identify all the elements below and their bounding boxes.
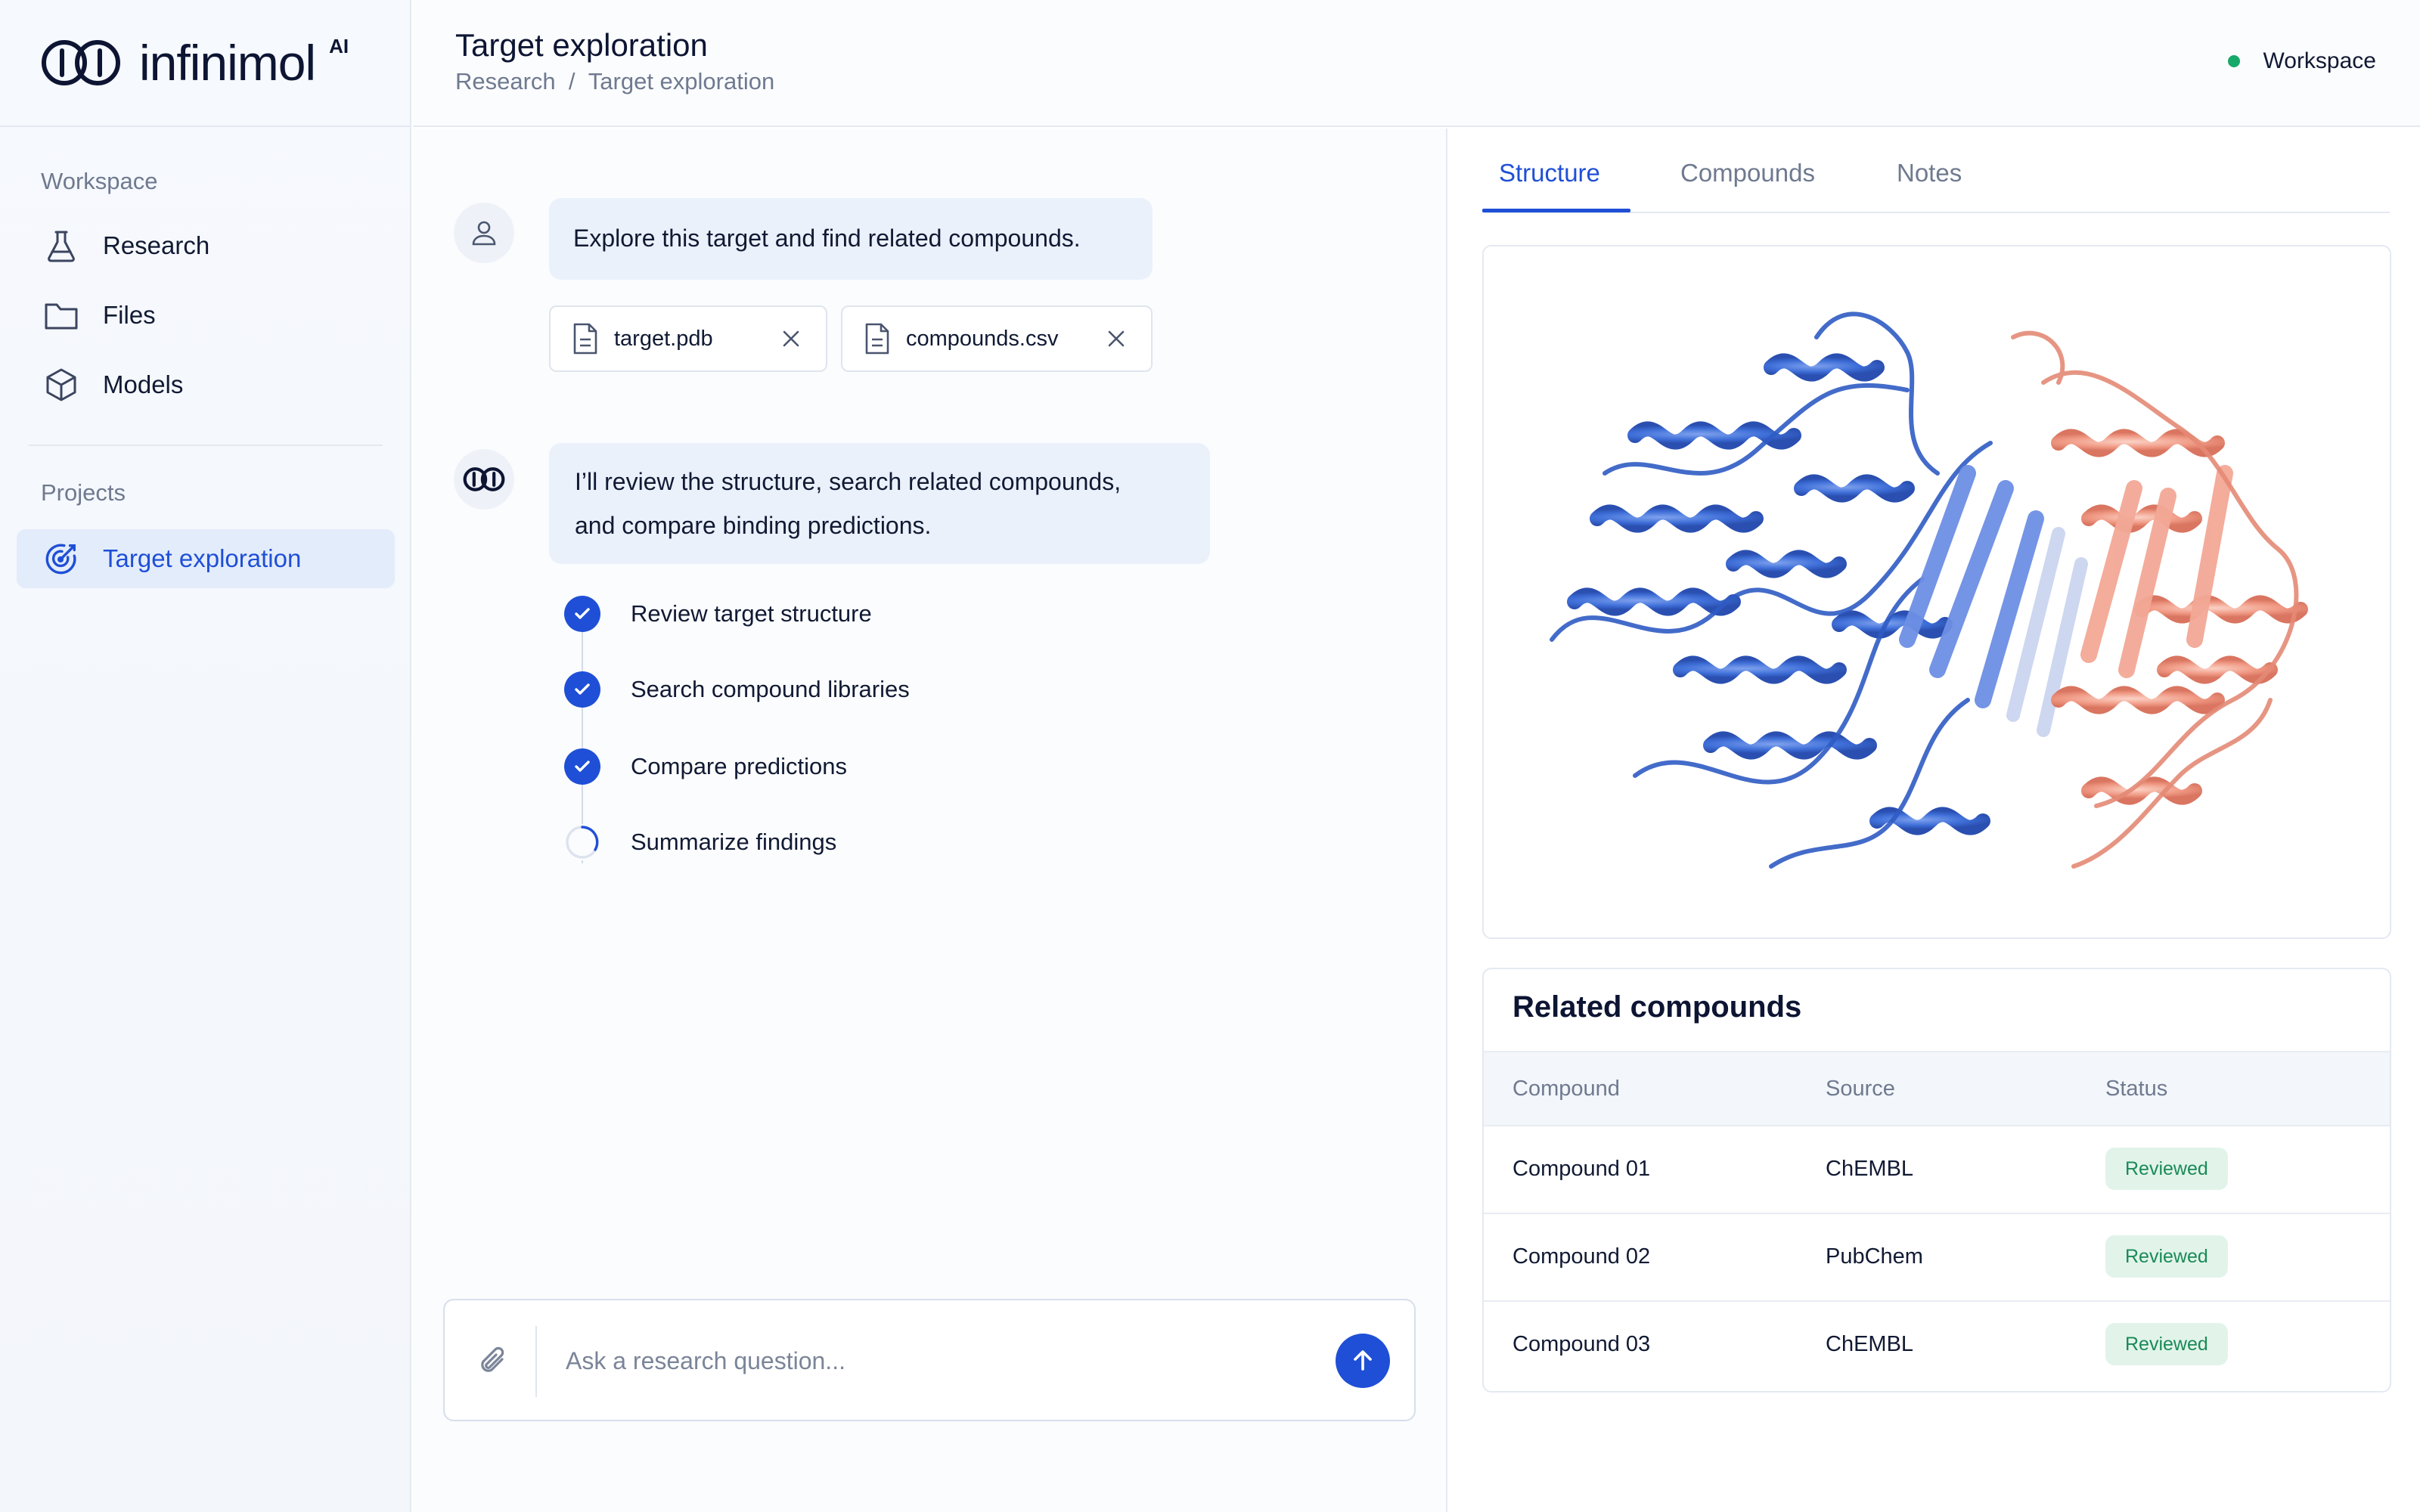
sidebar-divider	[29, 445, 383, 446]
breadcrumb-separator	[556, 68, 569, 95]
infinimol-logo-icon	[42, 40, 120, 85]
compound-source: ChEMBL	[1826, 1157, 1914, 1181]
user-icon	[472, 221, 496, 246]
brand-name: infinimol	[139, 35, 316, 91]
assistant-avatar	[454, 449, 514, 510]
workspace-label: Workspace	[2263, 48, 2376, 73]
sidebar: infinimol AI Workspace Research Files Mo…	[0, 0, 411, 1512]
flask-icon	[42, 227, 80, 265]
chat-panel: Explore this target and find related com…	[413, 129, 1446, 1512]
message-composer	[443, 1299, 1416, 1421]
composer-divider	[535, 1326, 537, 1397]
attachment-chip[interactable]: target.pdb	[549, 305, 827, 372]
page-header: Target exploration Research / Target exp…	[413, 0, 2420, 127]
sidebar-section-workspace: Workspace	[41, 168, 158, 194]
step-label: Summarize findings	[631, 829, 837, 855]
step-item: Compare predictions	[564, 748, 847, 785]
spinner-icon	[564, 824, 600, 860]
related-compounds-card: Related compounds Compound Source Status…	[1482, 968, 2391, 1393]
compound-source: PubChem	[1826, 1244, 1923, 1269]
table-header: Compound Source Status	[1484, 1051, 2390, 1126]
attachment-name: compounds.csv	[906, 326, 1059, 351]
tab-compounds[interactable]: Compounds	[1680, 159, 1815, 187]
attachment-name: target.pdb	[614, 326, 713, 351]
compound-source: ChEMBL	[1826, 1332, 1914, 1356]
step-label: Search compound libraries	[631, 676, 910, 702]
column-header-compound[interactable]: Compound	[1512, 1077, 1620, 1101]
file-icon	[865, 323, 889, 355]
check-icon	[564, 596, 600, 632]
sidebar-item-label: Files	[103, 301, 156, 329]
folder-icon	[42, 296, 80, 334]
brand[interactable]: infinimol AI	[0, 0, 411, 127]
column-header-status[interactable]: Status	[2105, 1077, 2167, 1101]
send-button[interactable]	[1336, 1334, 1390, 1388]
breadcrumb-item-current: Target exploration	[588, 68, 775, 94]
protein-structure-viewer[interactable]	[1482, 245, 2391, 939]
compound-name: Compound 03	[1512, 1332, 1651, 1356]
step-label: Compare predictions	[631, 753, 848, 779]
status-badge: Reviewed	[2105, 1323, 2228, 1365]
remove-attachment-close-icon[interactable]	[773, 321, 809, 357]
assistant-message: I’ll review the structure, search relate…	[549, 443, 1210, 564]
status-badge: Reviewed	[2105, 1235, 2228, 1278]
table-row[interactable]: Compound 01 ChEMBL Reviewed	[1484, 1126, 2390, 1214]
sidebar-project-target-exploration[interactable]: Target exploration	[17, 529, 395, 588]
protein-structure-image	[1550, 311, 2308, 869]
active-tab-indicator	[1482, 209, 1630, 212]
cube-icon	[42, 366, 80, 404]
brand-suffix: AI	[329, 34, 349, 57]
breadcrumb-item-research[interactable]: Research	[455, 68, 556, 95]
status-dot	[2228, 55, 2241, 67]
sidebar-item-files[interactable]: Files	[17, 286, 395, 345]
compound-name: Compound 02	[1512, 1244, 1651, 1269]
breadcrumb: Research / Target exploration	[455, 68, 774, 95]
check-icon	[564, 748, 600, 785]
sidebar-item-models[interactable]: Models	[17, 355, 395, 414]
file-icon	[573, 323, 597, 355]
workspace-status[interactable]: Workspace	[2228, 48, 2376, 74]
check-icon	[564, 671, 600, 708]
breadcrumb-separator	[576, 68, 588, 95]
status-badge: Reviewed	[2105, 1148, 2228, 1190]
assistant-message-line: I’ll review the structure, search relate…	[575, 468, 1122, 495]
arrow-up-icon	[1354, 1350, 1372, 1371]
sidebar-item-label: Target exploration	[103, 544, 302, 572]
assistant-message-line: and compare binding predictions.	[575, 512, 932, 539]
table-row[interactable]: Compound 03 ChEMBL Reviewed	[1484, 1302, 2390, 1390]
attachment-chip[interactable]: compounds.csv	[841, 305, 1153, 372]
table-row[interactable]: Compound 02 PubChem Reviewed	[1484, 1214, 2390, 1302]
breadcrumb-separator: /	[568, 68, 576, 94]
user-avatar	[454, 203, 514, 263]
column-header-source[interactable]: Source	[1826, 1077, 1895, 1101]
compound-name: Compound 01	[1512, 1157, 1651, 1181]
page-title: Target exploration	[455, 27, 708, 63]
sidebar-item-research[interactable]: Research	[17, 216, 395, 275]
panel-tabs: Structure Compounds Notes	[1482, 129, 2390, 213]
step-item: Search compound libraries	[564, 671, 910, 708]
details-panel: Structure Compounds Notes Related compou…	[1446, 129, 2420, 1512]
step-item: Review target structure	[564, 596, 872, 632]
remove-attachment-close-icon[interactable]	[1098, 321, 1134, 357]
infinimol-logo-icon	[463, 467, 505, 491]
paperclip-icon[interactable]	[472, 1340, 516, 1383]
step-item: Summarize findings	[564, 824, 836, 860]
tab-notes[interactable]: Notes	[1897, 159, 1962, 187]
user-message: Explore this target and find related com…	[549, 198, 1153, 280]
card-title: Related compounds	[1512, 990, 1802, 1024]
tab-structure[interactable]: Structure	[1499, 159, 1600, 187]
step-label: Review target structure	[631, 600, 872, 627]
sidebar-item-label: Research	[103, 231, 210, 259]
sidebar-section-projects: Projects	[41, 479, 126, 506]
research-question-input[interactable]	[566, 1338, 1292, 1383]
sidebar-item-label: Models	[103, 370, 184, 398]
target-icon	[42, 540, 80, 578]
